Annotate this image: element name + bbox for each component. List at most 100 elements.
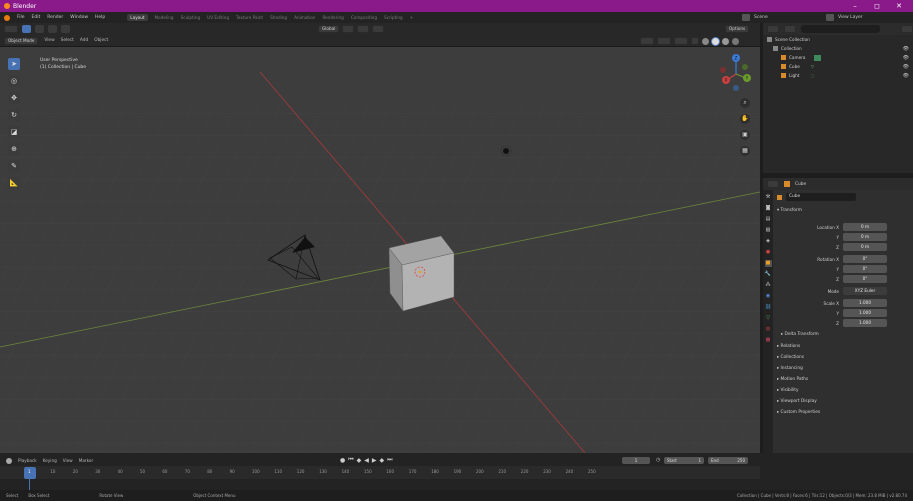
menu-playback[interactable]: Playback <box>18 458 37 463</box>
scene-tab-icon[interactable]: ◈ <box>765 238 772 245</box>
proportional-editing-icon[interactable] <box>372 25 385 33</box>
tab-animation[interactable]: Animation <box>294 15 315 20</box>
next-keyframe-icon[interactable]: ◆ <box>380 457 385 464</box>
material-shading-icon[interactable] <box>722 37 729 45</box>
visibility-eye-icon[interactable]: 👁 <box>903 55 909 61</box>
location-x-field[interactable]: 0 m <box>843 223 887 231</box>
physics-tab-icon[interactable]: ◉ <box>765 293 772 300</box>
select-subtract-icon[interactable] <box>48 25 57 33</box>
editor-type-button[interactable] <box>4 25 18 33</box>
add-workspace-button[interactable]: + <box>410 15 414 20</box>
select-invert-icon[interactable] <box>61 25 70 33</box>
visibility-section[interactable]: ▸ Visibility <box>777 388 799 393</box>
menu-timeline-view[interactable]: View <box>63 458 73 463</box>
snap-icon[interactable] <box>357 25 370 33</box>
transform-tool-icon[interactable]: ⊕ <box>8 143 20 155</box>
menu-edit[interactable]: Edit <box>32 15 41 20</box>
material-tab-icon[interactable]: ◍ <box>765 326 772 333</box>
blender-menu-icon[interactable] <box>4 14 10 21</box>
tab-layout[interactable]: Layout <box>127 14 148 21</box>
transform-section-header[interactable]: ▾ Transform <box>777 208 802 213</box>
menu-help[interactable]: Help <box>95 15 105 20</box>
output-tab-icon[interactable]: ▤ <box>765 216 772 223</box>
tab-texture-paint[interactable]: Texture Paint <box>236 15 263 20</box>
play-reverse-icon[interactable]: ◀ <box>364 457 369 464</box>
rotation-y-field[interactable]: 0° <box>843 265 887 273</box>
close-button[interactable]: ✕ <box>891 0 907 12</box>
wireframe-shading-icon[interactable] <box>702 37 709 45</box>
render-tab-icon[interactable]: ◙ <box>765 205 772 212</box>
tool-tab-icon[interactable]: ⚒ <box>765 194 772 201</box>
view-layer-selector[interactable]: View Layer <box>838 15 863 20</box>
outliner-item-camera[interactable]: Camera 👁 <box>763 53 913 62</box>
scale-z-field[interactable]: 1.000 <box>843 319 887 327</box>
transform-orientation-dropdown[interactable]: Global <box>318 25 340 33</box>
menu-object[interactable]: Object <box>94 38 108 43</box>
tab-modeling[interactable]: Modeling <box>155 15 174 20</box>
location-z-field[interactable]: 0 m <box>843 243 887 251</box>
menu-view[interactable]: View <box>44 38 54 43</box>
visibility-eye-icon[interactable]: 👁 <box>903 73 909 79</box>
texture-tab-icon[interactable]: ▩ <box>765 337 772 344</box>
view-layer-tab-icon[interactable]: ▧ <box>765 227 772 234</box>
rendered-shading-icon[interactable] <box>732 37 739 45</box>
menu-add[interactable]: Add <box>80 38 88 43</box>
visibility-eye-icon[interactable]: 👁 <box>903 64 909 70</box>
instancing-section[interactable]: ▸ Instancing <box>777 366 803 371</box>
xray-icon[interactable] <box>691 37 699 45</box>
delta-transform-section[interactable]: ▸ Delta Transform <box>781 332 819 337</box>
relations-section[interactable]: ▸ Relations <box>777 344 800 349</box>
particles-tab-icon[interactable]: ⁂ <box>765 282 772 289</box>
rotation-mode-dropdown[interactable]: XYZ Euler <box>843 287 887 295</box>
pan-hand-icon[interactable]: ✋ <box>740 114 750 124</box>
filter-icon[interactable] <box>901 25 913 33</box>
menu-window[interactable]: Window <box>70 15 88 20</box>
motion-paths-section[interactable]: ▸ Motion Paths <box>777 377 808 382</box>
gizmo-toggle-icon[interactable] <box>657 37 671 45</box>
object-name-field[interactable]: Cube <box>786 193 856 201</box>
pivot-point-icon[interactable] <box>342 25 355 33</box>
3d-viewport[interactable]: Z Y X <box>0 47 760 453</box>
visibility-icon[interactable] <box>640 37 654 45</box>
menu-keying[interactable]: Keying <box>43 458 57 463</box>
viewport-display-section[interactable]: ▸ Viewport Display <box>777 399 817 404</box>
visibility-eye-icon[interactable]: 👁 <box>903 46 909 52</box>
zoom-icon[interactable]: ⌕ <box>740 98 750 108</box>
properties-editor-type-button[interactable] <box>767 180 779 188</box>
options-dropdown[interactable]: Options <box>725 25 750 33</box>
scale-tool-icon[interactable]: ◪ <box>8 126 20 138</box>
display-mode-button[interactable] <box>783 25 796 33</box>
outliner-item-cube[interactable]: Cube ▽ 👁 <box>763 62 913 71</box>
outliner-search-input[interactable] <box>800 25 881 33</box>
prev-keyframe-icon[interactable]: ◆ <box>357 457 362 464</box>
cursor-tool-icon[interactable]: ◎ <box>8 75 20 87</box>
mode-dropdown[interactable]: Object Mode <box>4 36 39 45</box>
modifiers-tab-icon[interactable]: 🔧 <box>765 271 772 278</box>
rotate-tool-icon[interactable]: ↻ <box>8 109 20 121</box>
jump-end-icon[interactable]: ⏭ <box>387 456 392 464</box>
select-box-mode-icon[interactable] <box>22 25 31 33</box>
menu-marker[interactable]: Marker <box>79 458 93 463</box>
select-tool-icon[interactable]: ➤ <box>8 58 20 70</box>
scale-x-field[interactable]: 1.000 <box>843 299 887 307</box>
tab-shading[interactable]: Shading <box>270 15 287 20</box>
world-tab-icon[interactable]: ● <box>765 249 772 256</box>
minimize-button[interactable]: – <box>847 0 863 12</box>
tab-compositing[interactable]: Compositing <box>351 15 377 20</box>
menu-file[interactable]: File <box>17 15 25 20</box>
menu-render[interactable]: Render <box>47 15 63 20</box>
object-tab-icon[interactable]: ■ <box>764 260 772 267</box>
tab-rendering[interactable]: Rendering <box>322 15 343 20</box>
overlay-toggle-icon[interactable] <box>674 37 688 45</box>
constraints-tab-icon[interactable]: ⛓ <box>765 304 772 311</box>
camera-view-icon[interactable]: ▣ <box>740 130 750 140</box>
record-icon[interactable]: ● <box>340 457 345 464</box>
end-frame-field[interactable]: End 250 <box>708 457 748 464</box>
timeline-ruler[interactable] <box>0 466 760 479</box>
menu-select[interactable]: Select <box>61 38 74 43</box>
tab-scripting[interactable]: Scripting <box>384 15 403 20</box>
outliner-item-scene-collection[interactable]: Scene Collection <box>763 35 913 44</box>
outliner-item-collection[interactable]: Collection 👁 <box>763 44 913 53</box>
outliner-editor-type-button[interactable] <box>767 25 779 33</box>
rotation-x-field[interactable]: 0° <box>843 255 887 263</box>
